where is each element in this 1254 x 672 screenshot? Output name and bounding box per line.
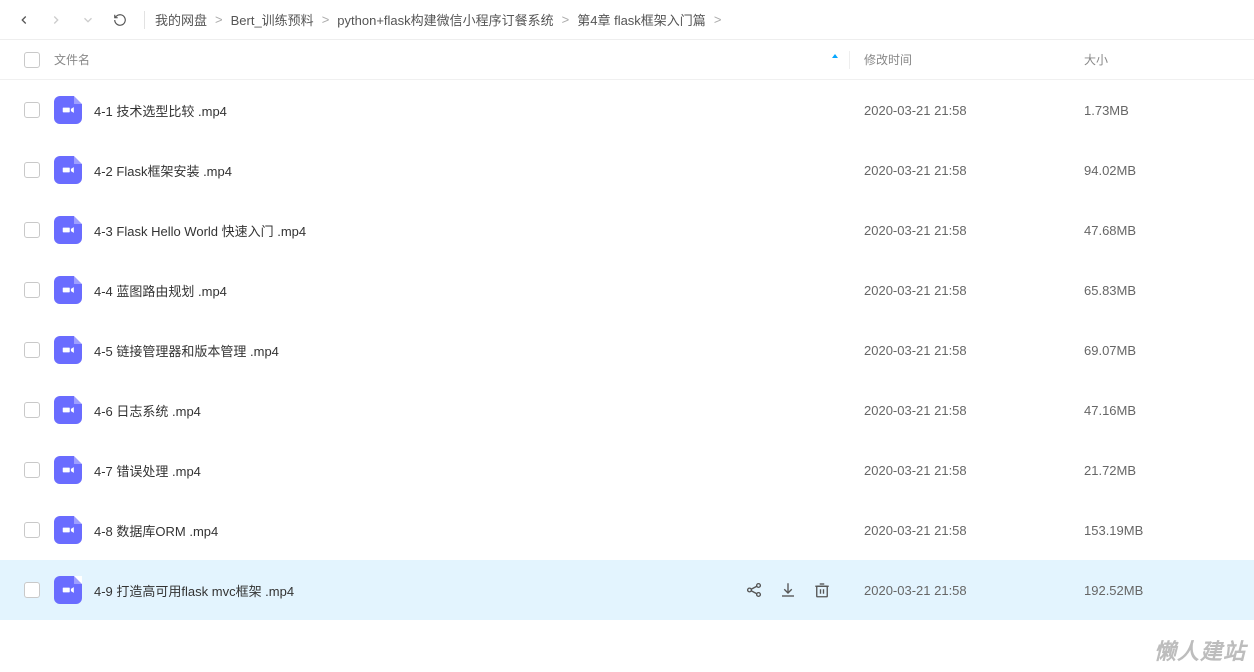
file-date: 2020-03-21 21:58 <box>864 163 967 178</box>
breadcrumb-separator: > <box>560 12 572 27</box>
row-checkbox[interactable] <box>24 462 40 478</box>
chevron-right-icon <box>49 13 63 27</box>
file-date: 2020-03-21 21:58 <box>864 343 967 358</box>
file-name: 4-7 错误处理 .mp4 <box>94 461 201 480</box>
file-row[interactable]: 4-7 错误处理 .mp4 2020-03-21 21:58 21.72MB <box>0 440 1254 500</box>
file-name: 4-2 Flask框架安装 .mp4 <box>94 161 232 180</box>
row-checkbox[interactable] <box>24 522 40 538</box>
nav-forward-button[interactable] <box>42 6 70 34</box>
file-row[interactable]: 4-9 打造高可用flask mvc框架 .mp4 2020-03-21 21:5… <box>0 560 1254 620</box>
row-divider <box>849 341 850 359</box>
breadcrumb-separator: > <box>320 12 332 27</box>
watermark: 懒人建站 <box>1154 634 1246 666</box>
file-size: 65.83MB <box>1084 283 1136 298</box>
file-date: 2020-03-21 21:58 <box>864 523 967 538</box>
toolbar: 我的网盘 > Bert_训练预料 > python+flask构建微信小程序订餐系统 > 第… <box>0 0 1254 40</box>
nav-refresh-button[interactable] <box>106 6 134 34</box>
row-divider <box>849 581 850 599</box>
file-size: 1.73MB <box>1084 103 1129 118</box>
video-file-icon <box>54 336 82 364</box>
file-date: 2020-03-21 21:58 <box>864 403 967 418</box>
file-size: 47.16MB <box>1084 403 1136 418</box>
nav-history-button[interactable] <box>74 6 102 34</box>
file-size: 192.52MB <box>1084 583 1143 598</box>
file-date: 2020-03-21 21:58 <box>864 463 967 478</box>
row-checkbox[interactable] <box>24 162 40 178</box>
row-checkbox[interactable] <box>24 222 40 238</box>
file-size: 153.19MB <box>1084 523 1143 538</box>
file-size: 21.72MB <box>1084 463 1136 478</box>
row-divider <box>849 281 850 299</box>
video-file-icon <box>54 96 82 124</box>
file-name: 4-4 蓝图路由规划 .mp4 <box>94 281 227 300</box>
row-divider <box>849 401 850 419</box>
row-divider <box>849 161 850 179</box>
row-checkbox[interactable] <box>24 402 40 418</box>
file-row[interactable]: 4-3 Flask Hello World 快速入门 .mp4 2020-03-2… <box>0 200 1254 260</box>
video-file-icon <box>54 456 82 484</box>
delete-button[interactable] <box>813 581 831 599</box>
share-button[interactable] <box>745 581 763 599</box>
file-size: 94.02MB <box>1084 163 1136 178</box>
column-name-header[interactable]: 文件名 <box>54 51 90 68</box>
video-file-icon <box>54 216 82 244</box>
file-name: 4-5 链接管理器和版本管理 .mp4 <box>94 341 279 360</box>
row-checkbox[interactable] <box>24 582 40 598</box>
row-actions <box>745 581 831 599</box>
video-file-icon <box>54 576 82 604</box>
breadcrumb-separator: > <box>213 12 225 27</box>
file-row[interactable]: 4-2 Flask框架安装 .mp4 2020-03-21 21:58 94.02M… <box>0 140 1254 200</box>
row-divider <box>849 101 850 119</box>
breadcrumb-item[interactable]: 我的网盘 <box>155 10 207 29</box>
header-divider <box>849 51 850 69</box>
breadcrumb-separator: > <box>712 12 724 27</box>
file-name: 4-6 日志系统 .mp4 <box>94 401 201 420</box>
file-name: 4-9 打造高可用flask mvc框架 .mp4 <box>94 581 294 600</box>
file-size: 69.07MB <box>1084 343 1136 358</box>
video-file-icon <box>54 156 82 184</box>
breadcrumb-item[interactable]: 第4章 flask框架入门篇 <box>577 10 706 29</box>
file-name: 4-3 Flask Hello World 快速入门 .mp4 <box>94 221 306 240</box>
select-all-checkbox[interactable] <box>24 52 40 68</box>
file-list: 4-1 技术选型比较 .mp4 2020-03-21 21:58 1.73MB 4-2… <box>0 80 1254 620</box>
column-date-header[interactable]: 修改时间 <box>864 53 912 67</box>
row-checkbox[interactable] <box>24 282 40 298</box>
video-file-icon <box>54 516 82 544</box>
chevron-left-icon <box>17 13 31 27</box>
file-date: 2020-03-21 21:58 <box>864 283 967 298</box>
row-divider <box>849 521 850 539</box>
breadcrumb-item[interactable]: Bert_训练预料 <box>231 10 314 29</box>
row-divider <box>849 221 850 239</box>
row-divider <box>849 461 850 479</box>
row-checkbox[interactable] <box>24 342 40 358</box>
toolbar-divider <box>144 11 145 29</box>
file-date: 2020-03-21 21:58 <box>864 103 967 118</box>
file-row[interactable]: 4-4 蓝图路由规划 .mp4 2020-03-21 21:58 65.83MB <box>0 260 1254 320</box>
file-size: 47.68MB <box>1084 223 1136 238</box>
table-header: 文件名 修改时间 大小 <box>0 40 1254 80</box>
sort-asc-icon[interactable] <box>829 52 841 67</box>
breadcrumb: 我的网盘 > Bert_训练预料 > python+flask构建微信小程序订餐系统 > 第… <box>155 10 723 29</box>
file-date: 2020-03-21 21:58 <box>864 583 967 598</box>
file-row[interactable]: 4-6 日志系统 .mp4 2020-03-21 21:58 47.16MB <box>0 380 1254 440</box>
nav-back-button[interactable] <box>10 6 38 34</box>
column-size-header[interactable]: 大小 <box>1084 53 1108 67</box>
video-file-icon <box>54 396 82 424</box>
video-file-icon <box>54 276 82 304</box>
file-name: 4-8 数据库ORM .mp4 <box>94 521 218 540</box>
breadcrumb-item[interactable]: python+flask构建微信小程序订餐系统 <box>337 10 553 29</box>
file-row[interactable]: 4-8 数据库ORM .mp4 2020-03-21 21:58 153.19MB <box>0 500 1254 560</box>
file-date: 2020-03-21 21:58 <box>864 223 967 238</box>
file-row[interactable]: 4-1 技术选型比较 .mp4 2020-03-21 21:58 1.73MB <box>0 80 1254 140</box>
file-name: 4-1 技术选型比较 .mp4 <box>94 101 227 120</box>
caret-down-icon <box>81 13 95 27</box>
download-button[interactable] <box>779 581 797 599</box>
row-checkbox[interactable] <box>24 102 40 118</box>
refresh-icon <box>113 13 127 27</box>
file-row[interactable]: 4-5 链接管理器和版本管理 .mp4 2020-03-21 21:58 69.07… <box>0 320 1254 380</box>
